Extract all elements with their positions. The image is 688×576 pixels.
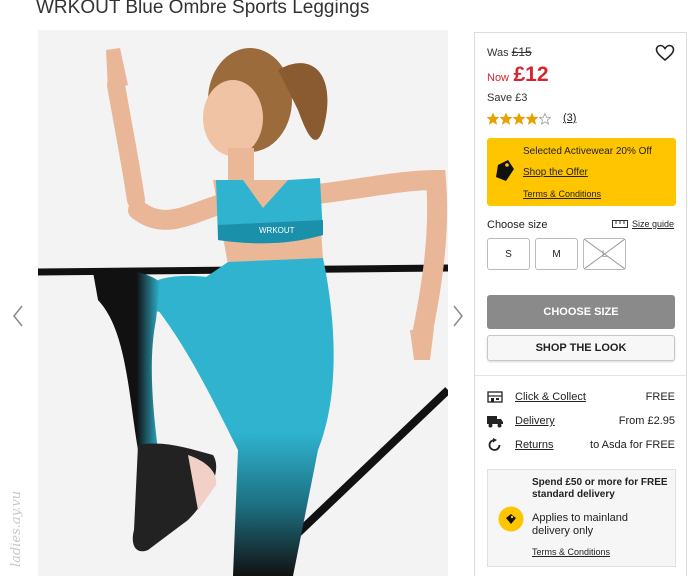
now-price-row: Now £12: [487, 63, 549, 87]
delivery-row-delivery: Delivery From £2.95: [487, 414, 675, 430]
prev-image-arrow[interactable]: [11, 304, 25, 328]
free-delivery-headline: Spend £50 or more for FREE standard deli…: [532, 477, 668, 500]
now-price: £12: [513, 63, 549, 86]
offer-badge-icon: [498, 506, 524, 532]
delivery-link[interactable]: Delivery: [515, 415, 555, 427]
star-filled-icon: [487, 113, 499, 125]
click-collect-value: FREE: [645, 391, 675, 403]
save-value: £3: [515, 92, 528, 104]
unavailable-cross: [584, 239, 625, 269]
ruler-icon: [612, 220, 628, 228]
star-filled-icon: [513, 113, 525, 125]
athlete-illustration: WRKOUT: [38, 30, 448, 576]
size-option-label: S: [505, 248, 512, 260]
review-count-link[interactable]: (3): [563, 112, 576, 124]
store-icon: [487, 391, 503, 403]
shop-offer-link[interactable]: Shop the Offer: [523, 167, 588, 178]
free-delivery-box: Spend £50 or more for FREE standard deli…: [487, 469, 676, 567]
heart-icon: [655, 44, 675, 62]
size-option-label: M: [552, 248, 561, 260]
choose-size-label: Choose size: [487, 219, 548, 231]
returns-icon: [488, 438, 501, 451]
shop-the-look-button[interactable]: SHOP THE LOOK: [487, 335, 675, 361]
product-title: WRKOUT Blue Ombre Sports Leggings: [36, 0, 370, 18]
rating-stars: [487, 113, 551, 125]
was-price: £15: [511, 45, 532, 59]
chevron-left-icon: [13, 305, 23, 327]
truck-icon: [487, 416, 503, 428]
chevron-right-icon: [453, 305, 463, 327]
next-image-arrow[interactable]: [451, 304, 465, 328]
was-price-row: Was £15: [487, 45, 532, 59]
click-collect-link[interactable]: Click & Collect: [515, 391, 586, 403]
size-option-s[interactable]: S: [487, 238, 530, 270]
product-image[interactable]: WRKOUT: [38, 30, 448, 576]
offer-banner: Selected Activewear 20% Off Shop the Off…: [487, 138, 676, 206]
was-label: Was: [487, 47, 509, 59]
size-guide-link[interactable]: Size guide: [612, 219, 674, 229]
star-filled-icon: [526, 113, 538, 125]
free-delivery-terms-link[interactable]: Terms & Conditions: [532, 547, 610, 557]
now-label: Now: [487, 72, 510, 84]
offer-terms-link[interactable]: Terms & Conditions: [523, 189, 601, 199]
price-tag-icon: [496, 160, 514, 181]
free-delivery-body: Applies to mainland delivery only: [532, 512, 629, 537]
size-option-m[interactable]: M: [535, 238, 578, 270]
bra-logo-text: WRKOUT: [259, 226, 295, 235]
size-guide-label: Size guide: [632, 219, 675, 229]
offer-title: Selected Activewear 20% Off: [523, 146, 652, 157]
product-info-panel: Was £15 Now £12 Save £3 (3) Selected Act…: [474, 32, 687, 576]
delivery-row-returns: Returns to Asda for FREE: [487, 438, 675, 454]
star-empty-icon: [539, 113, 551, 125]
wishlist-button[interactable]: [655, 44, 675, 62]
star-filled-icon: [500, 113, 512, 125]
returns-value: to Asda for FREE: [590, 439, 675, 451]
delivery-value: From £2.95: [618, 415, 675, 427]
divider: [475, 375, 686, 376]
delivery-row-click-collect: Click & Collect FREE: [487, 390, 675, 406]
save-row: Save £3: [487, 92, 527, 104]
size-option-l-unavailable[interactable]: L: [583, 238, 626, 270]
choose-size-button[interactable]: CHOOSE SIZE: [487, 295, 675, 329]
watermark: ladies.ay.vu: [6, 455, 24, 570]
save-label: Save: [487, 92, 513, 104]
returns-link[interactable]: Returns: [515, 439, 554, 451]
watermark-text: ladies.ay.vu: [9, 491, 24, 567]
